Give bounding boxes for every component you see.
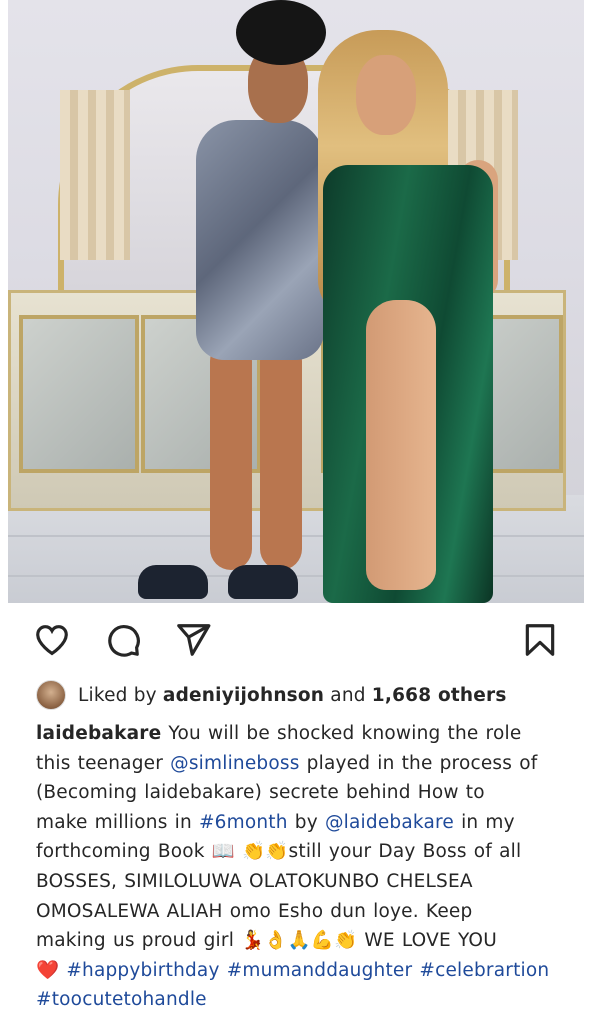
likes-summary[interactable]: Liked by adeniyijohnson and 1,668 others bbox=[36, 680, 507, 710]
caption-line-4a: make millions in bbox=[36, 811, 199, 833]
caption-line-1: You will be shocked knowing the role bbox=[161, 723, 522, 744]
caption-line-3: (Becoming laidebakare) secrete behind Ho… bbox=[36, 782, 485, 804]
caption-line-4c: in my bbox=[453, 811, 515, 833]
curtain-left bbox=[60, 90, 130, 260]
liker-username[interactable]: adeniyijohnson bbox=[163, 685, 324, 706]
caption-author[interactable]: laidebakare bbox=[36, 723, 161, 744]
send-icon[interactable] bbox=[174, 621, 212, 659]
caption-line-2a: this teenager bbox=[36, 752, 171, 774]
liked-and: and bbox=[330, 684, 366, 706]
action-bar bbox=[0, 615, 590, 665]
likes-count[interactable]: 1,668 others bbox=[372, 685, 507, 706]
person-left bbox=[138, 0, 328, 603]
hashtag-happybirthday[interactable]: #happybirthday bbox=[66, 960, 219, 981]
hashtag-toocutetohandle[interactable]: #toocutetohandle bbox=[36, 989, 207, 1010]
liker-avatar[interactable] bbox=[36, 680, 66, 710]
caption-line-2b: played in the process of bbox=[299, 752, 538, 774]
bookmark-icon[interactable] bbox=[521, 621, 559, 659]
caption-line-6: BOSSES, SIMILOLUWA OLATOKUNBO CHELSEA bbox=[36, 870, 473, 892]
caption-line-5: forthcoming Book 📖 👏👏still your Day Boss… bbox=[36, 841, 522, 863]
person-right bbox=[308, 30, 528, 603]
caption-line-4b: by bbox=[287, 811, 325, 833]
post-photo[interactable] bbox=[8, 0, 584, 603]
hashtag-mumanddaughter[interactable]: #mumanddaughter bbox=[227, 960, 413, 981]
heart-emoji: ❤️ bbox=[36, 959, 67, 981]
mention-simlineboss[interactable]: @simlineboss bbox=[170, 753, 299, 774]
heart-icon[interactable] bbox=[33, 621, 71, 659]
comment-icon[interactable] bbox=[104, 621, 142, 659]
caption-line-8: making us proud girl 💃👌🙏💪👏 WE LOVE YOU bbox=[36, 930, 497, 952]
hashtag-celebrartion[interactable]: #celebrartion bbox=[419, 960, 549, 981]
hashtag-6month[interactable]: #6month bbox=[199, 812, 288, 833]
liked-by-prefix: Liked by bbox=[78, 684, 157, 706]
caption-line-7: OMOSALEWA ALIAH omo Esho dun loye. Keep bbox=[36, 900, 473, 922]
mention-laidebakare[interactable]: @laidebakare bbox=[325, 812, 454, 833]
post-caption: laidebakare You will be shocked knowing … bbox=[36, 719, 576, 1015]
